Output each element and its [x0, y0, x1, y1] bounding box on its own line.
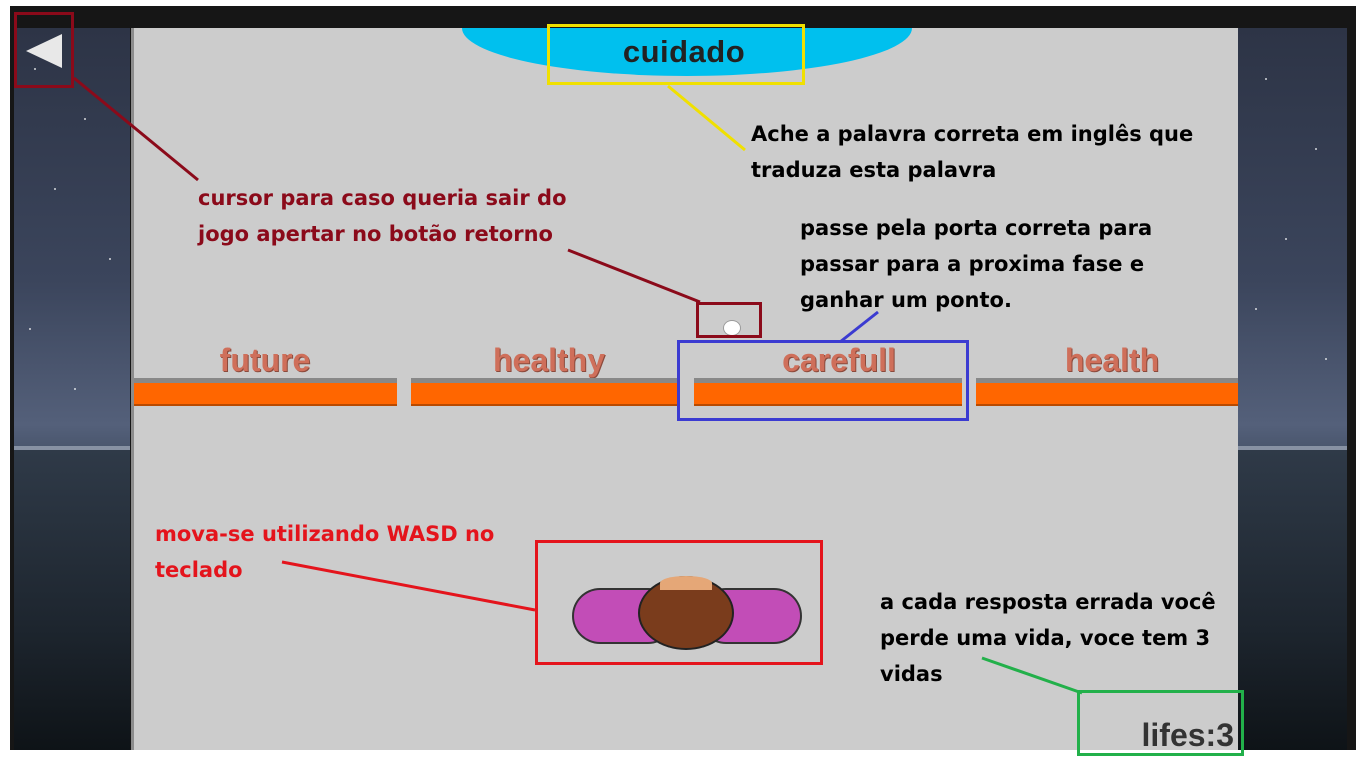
- night-sky-right: [1235, 28, 1347, 750]
- door-1[interactable]: [134, 378, 397, 406]
- move-note: mova-se utilizando WASD no teclado: [155, 522, 495, 582]
- lives-note: a cada resposta errada você perde uma vi…: [880, 590, 1216, 686]
- player-highlight-box: [535, 540, 823, 665]
- door-highlight-box: [677, 340, 969, 421]
- back-note: cursor para caso queria sair do jogo ape…: [198, 186, 567, 246]
- door-2[interactable]: [411, 378, 677, 406]
- cursor-highlight-box: [696, 302, 762, 338]
- word-highlight-box: [547, 24, 805, 85]
- door-4[interactable]: [976, 378, 1238, 406]
- door-label-2: healthy: [492, 342, 606, 378]
- back-highlight-box: [14, 12, 74, 88]
- word-note: Ache a palavra correta em inglês que tra…: [751, 122, 1194, 182]
- door-note: passe pela porta correta para passar par…: [800, 216, 1153, 312]
- lives-highlight-box: [1077, 690, 1244, 756]
- door-label-1: future: [219, 342, 311, 378]
- night-sky-left: [14, 28, 130, 750]
- door-label-4: health: [1064, 342, 1160, 378]
